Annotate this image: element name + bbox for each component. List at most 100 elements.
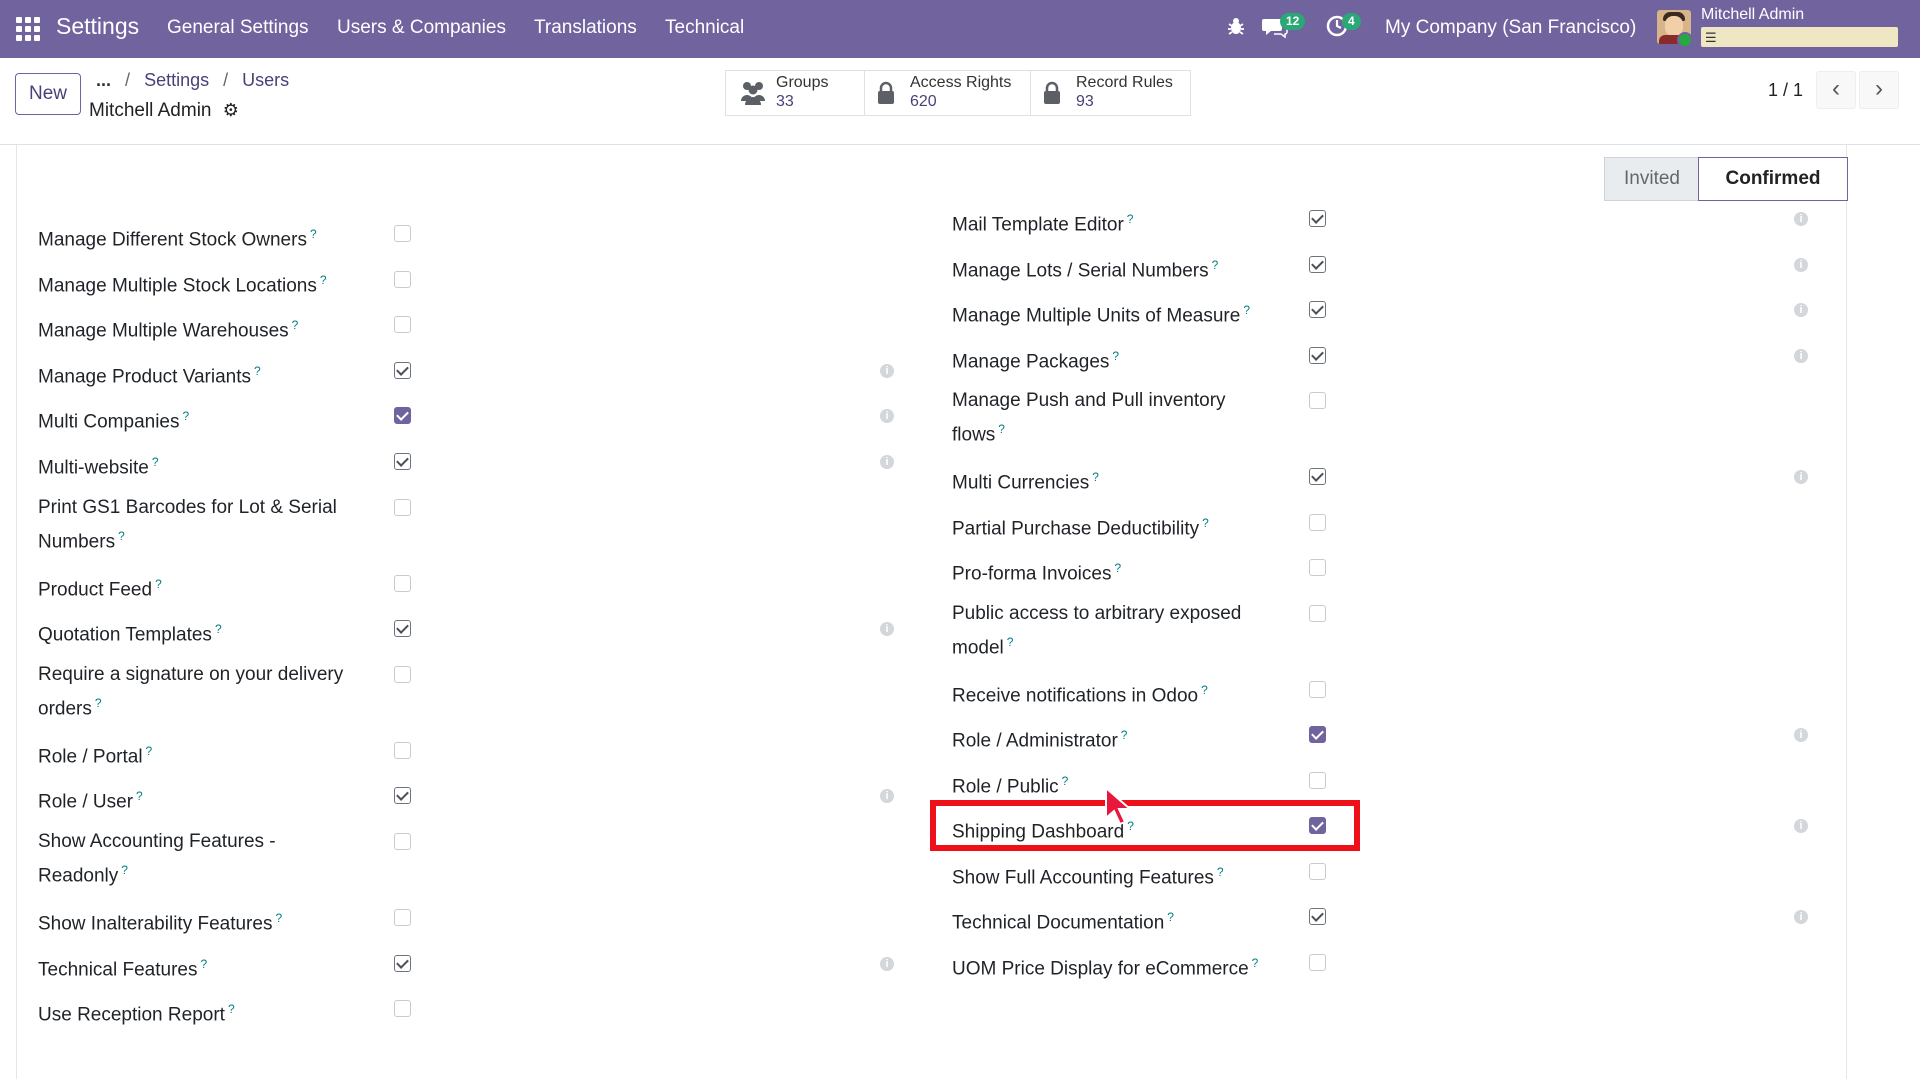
info-icon[interactable]: i bbox=[880, 455, 894, 469]
smart-button-record-rules[interactable]: Record Rules 93 bbox=[1030, 70, 1191, 116]
help-tooltip-icon[interactable]: ? bbox=[1007, 635, 1014, 649]
permission-checkbox[interactable] bbox=[394, 1000, 411, 1017]
permission-checkbox[interactable] bbox=[394, 787, 411, 804]
permission-checkbox[interactable] bbox=[1309, 863, 1326, 880]
help-tooltip-icon[interactable]: ? bbox=[998, 422, 1005, 436]
menu-users-companies[interactable]: Users & Companies bbox=[337, 17, 506, 39]
help-tooltip-icon[interactable]: ? bbox=[1212, 258, 1219, 272]
permission-checkbox[interactable] bbox=[1309, 256, 1326, 273]
new-button[interactable]: New bbox=[15, 73, 81, 115]
permission-checkbox[interactable] bbox=[394, 620, 411, 637]
permission-checkbox[interactable] bbox=[394, 499, 411, 516]
pager-value[interactable]: 1 / 1 bbox=[1768, 80, 1803, 101]
help-tooltip-icon[interactable]: ? bbox=[1201, 683, 1208, 697]
help-tooltip-icon[interactable]: ? bbox=[118, 529, 125, 543]
permission-checkbox[interactable] bbox=[394, 955, 411, 972]
help-tooltip-icon[interactable]: ? bbox=[310, 227, 317, 241]
permission-checkbox[interactable] bbox=[1309, 347, 1326, 364]
breadcrumb-users[interactable]: Users bbox=[242, 70, 289, 90]
permission-checkbox[interactable] bbox=[1309, 605, 1326, 622]
info-icon[interactable]: i bbox=[1794, 349, 1808, 363]
app-name[interactable]: Settings bbox=[56, 13, 139, 40]
breadcrumb-settings[interactable]: Settings bbox=[144, 70, 209, 90]
help-tooltip-icon[interactable]: ? bbox=[292, 318, 299, 332]
help-tooltip-icon[interactable]: ? bbox=[1127, 212, 1134, 226]
info-icon[interactable]: i bbox=[1794, 728, 1808, 742]
help-tooltip-icon[interactable]: ? bbox=[136, 789, 143, 803]
smart-button-groups[interactable]: Groups 33 bbox=[725, 70, 866, 116]
pager-next-icon[interactable]: › bbox=[1859, 71, 1899, 109]
company-switcher[interactable]: My Company (San Francisco) bbox=[1385, 17, 1636, 39]
pager-previous-icon[interactable]: ‹ bbox=[1816, 71, 1856, 109]
info-icon[interactable]: i bbox=[1794, 303, 1808, 317]
help-tooltip-icon[interactable]: ? bbox=[1252, 956, 1259, 970]
breadcrumb-ellipsis[interactable]: ... bbox=[96, 70, 111, 90]
info-icon[interactable]: i bbox=[880, 409, 894, 423]
smart-button-access-rights[interactable]: Access Rights 620 bbox=[864, 70, 1032, 116]
help-tooltip-icon[interactable]: ? bbox=[1167, 910, 1174, 924]
help-tooltip-icon[interactable]: ? bbox=[1112, 349, 1119, 363]
permission-checkbox[interactable] bbox=[1309, 908, 1326, 925]
permission-checkbox[interactable] bbox=[394, 271, 411, 288]
permission-checkbox[interactable] bbox=[394, 407, 411, 424]
help-tooltip-icon[interactable]: ? bbox=[254, 364, 261, 378]
permission-checkbox[interactable] bbox=[1309, 468, 1326, 485]
info-icon[interactable]: i bbox=[880, 957, 894, 971]
info-icon[interactable]: i bbox=[880, 364, 894, 378]
help-tooltip-icon[interactable]: ? bbox=[215, 622, 222, 636]
menu-translations[interactable]: Translations bbox=[534, 17, 637, 39]
status-confirmed[interactable]: Confirmed bbox=[1698, 157, 1848, 201]
help-tooltip-icon[interactable]: ? bbox=[146, 744, 153, 758]
help-tooltip-icon[interactable]: ? bbox=[1092, 470, 1099, 484]
info-icon[interactable]: i bbox=[1794, 819, 1808, 833]
gear-icon[interactable]: ⚙ bbox=[223, 100, 239, 120]
permission-label: Receive notifications in Odoo? bbox=[952, 676, 1208, 710]
permission-checkbox[interactable] bbox=[1309, 772, 1326, 789]
permission-checkbox[interactable] bbox=[1309, 392, 1326, 409]
help-tooltip-icon[interactable]: ? bbox=[228, 1002, 235, 1016]
highlight-box bbox=[930, 800, 1360, 851]
permission-checkbox[interactable] bbox=[394, 742, 411, 759]
permission-checkbox[interactable] bbox=[394, 575, 411, 592]
info-icon[interactable]: i bbox=[1794, 470, 1808, 484]
info-icon[interactable]: i bbox=[1794, 910, 1808, 924]
status-invited[interactable]: Invited bbox=[1604, 157, 1700, 201]
permission-checkbox[interactable] bbox=[394, 833, 411, 850]
help-tooltip-icon[interactable]: ? bbox=[183, 409, 190, 423]
permission-checkbox[interactable] bbox=[1309, 559, 1326, 576]
help-tooltip-icon[interactable]: ? bbox=[152, 455, 159, 469]
permission-checkbox[interactable] bbox=[394, 909, 411, 926]
help-tooltip-icon[interactable]: ? bbox=[155, 577, 162, 591]
permission-checkbox[interactable] bbox=[1309, 681, 1326, 698]
help-tooltip-icon[interactable]: ? bbox=[1121, 728, 1128, 742]
info-icon[interactable]: i bbox=[880, 622, 894, 636]
help-tooltip-icon[interactable]: ? bbox=[1243, 303, 1250, 317]
info-icon[interactable]: i bbox=[880, 789, 894, 803]
help-tooltip-icon[interactable]: ? bbox=[95, 696, 102, 710]
info-icon[interactable]: i bbox=[1794, 258, 1808, 272]
permission-checkbox[interactable] bbox=[394, 666, 411, 683]
help-tooltip-icon[interactable]: ? bbox=[1062, 774, 1069, 788]
permission-checkbox[interactable] bbox=[394, 316, 411, 333]
help-tooltip-icon[interactable]: ? bbox=[275, 911, 282, 925]
help-tooltip-icon[interactable]: ? bbox=[121, 863, 128, 877]
permission-checkbox[interactable] bbox=[1309, 954, 1326, 971]
help-tooltip-icon[interactable]: ? bbox=[1202, 516, 1209, 530]
bug-icon[interactable] bbox=[1226, 15, 1246, 42]
help-tooltip-icon[interactable]: ? bbox=[1114, 561, 1121, 575]
permission-checkbox[interactable] bbox=[394, 453, 411, 470]
apps-grid-icon[interactable] bbox=[16, 17, 40, 41]
help-tooltip-icon[interactable]: ? bbox=[1217, 865, 1224, 879]
menu-technical[interactable]: Technical bbox=[665, 17, 744, 39]
permission-checkbox[interactable] bbox=[394, 225, 411, 242]
permission-checkbox[interactable] bbox=[1309, 210, 1326, 227]
menu-general-settings[interactable]: General Settings bbox=[167, 17, 309, 39]
help-tooltip-icon[interactable]: ? bbox=[200, 957, 207, 971]
permission-checkbox[interactable] bbox=[1309, 726, 1326, 743]
permission-checkbox[interactable] bbox=[1309, 301, 1326, 318]
permission-checkbox[interactable] bbox=[394, 362, 411, 379]
permission-checkbox[interactable] bbox=[1309, 514, 1326, 531]
info-icon[interactable]: i bbox=[1794, 212, 1808, 226]
user-menu-name[interactable]: Mitchell Admin bbox=[1701, 6, 1804, 24]
help-tooltip-icon[interactable]: ? bbox=[320, 273, 327, 287]
